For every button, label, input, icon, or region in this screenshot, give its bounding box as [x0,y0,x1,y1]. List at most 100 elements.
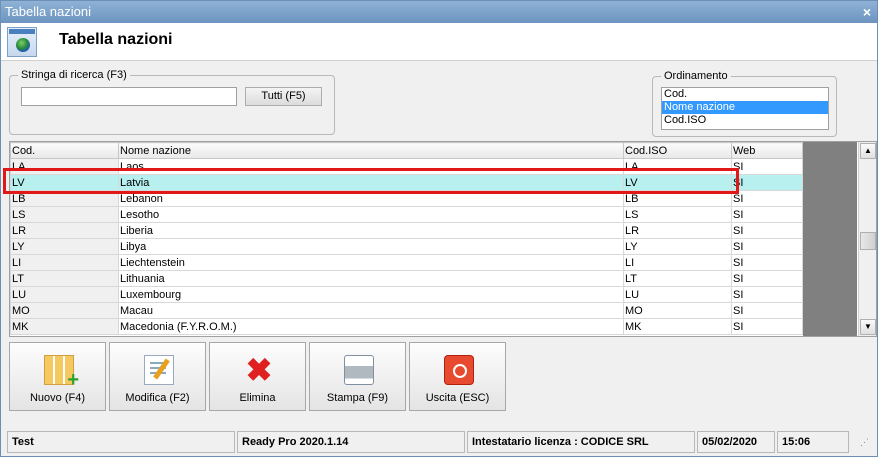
table-row[interactable]: LS Lesotho LS SI [10,206,803,223]
cell-name[interactable]: Lithuania [118,270,624,287]
edit-button[interactable]: Modifica (F2) [109,342,206,411]
cell-cod[interactable]: MK [10,318,119,335]
column-header-name[interactable]: Nome nazione [118,142,624,159]
cell-name[interactable]: Luxembourg [118,286,624,303]
cell-cod[interactable]: LR [10,222,119,239]
order-listbox[interactable]: Cod. Nome nazione Cod.ISO [661,87,829,130]
cell-cod[interactable]: LA [10,158,119,175]
cell-iso[interactable]: LB [623,190,732,207]
countries-table: Cod. Nome nazione Cod.ISO Web LA Laos LA SI… [10,142,803,335]
cell-name[interactable]: Latvia [118,174,624,191]
cell-iso[interactable]: LS [623,206,732,223]
order-option-iso[interactable]: Cod.ISO [662,114,828,127]
cell-web[interactable]: SI [731,302,803,319]
exit-button[interactable]: Uscita (ESC) [409,342,506,411]
table-row-selected[interactable]: LV Latvia LV SI [10,174,803,191]
cell-name[interactable]: Liberia [118,222,624,239]
table-row[interactable]: LA Laos LA SI [10,158,803,175]
cell-web[interactable]: SI [731,286,803,303]
status-bar: Test Ready Pro 2020.1.14 Intestatario li… [7,431,873,453]
table-row[interactable]: LT Lithuania LT SI [10,270,803,287]
cell-iso[interactable]: LV [623,174,732,191]
close-icon[interactable]: × [863,1,871,23]
cell-cod[interactable]: LS [10,206,119,223]
table-row[interactable]: LB Lebanon LB SI [10,190,803,207]
edit-button-label: Modifica (F2) [125,392,190,404]
cell-web[interactable]: SI [731,206,803,223]
table-row[interactable]: LI Liechtenstein LI SI [10,254,803,271]
scroll-up-icon[interactable]: ▲ [860,143,876,159]
column-header-iso[interactable]: Cod.ISO [623,142,732,159]
cell-cod[interactable]: MO [10,302,119,319]
cell-web[interactable]: SI [731,222,803,239]
edit-icon [144,355,174,385]
cell-cod[interactable]: LI [10,254,119,271]
cell-name[interactable]: Laos [118,158,624,175]
status-user: Test [7,431,235,453]
globe-icon [7,27,37,57]
cell-web[interactable]: SI [731,318,803,335]
resize-grip-icon[interactable]: ⋰ [860,437,869,448]
table-row[interactable]: MK Macedonia (F.Y.R.O.M.) MK SI [10,318,803,335]
cell-cod[interactable]: LV [10,174,119,191]
scroll-down-icon[interactable]: ▼ [860,319,876,335]
table-header-row: Cod. Nome nazione Cod.ISO Web [10,142,803,159]
cell-cod[interactable]: LY [10,238,119,255]
cell-web[interactable]: SI [731,190,803,207]
cell-cod[interactable]: LB [10,190,119,207]
cell-web[interactable]: SI [731,158,803,175]
new-button[interactable]: Nuovo (F4) [9,342,106,411]
window-title: Tabella nazioni [5,4,92,19]
vertical-scrollbar[interactable]: ▲ ▼ [858,142,876,336]
printer-icon [344,355,374,385]
header: Tabella nazioni [1,23,877,61]
search-input[interactable] [21,87,237,106]
countries-grid[interactable]: Cod. Nome nazione Cod.ISO Web LA Laos LA SI… [9,141,877,337]
delete-button-label: Elimina [239,392,276,404]
cell-iso[interactable]: LT [623,270,732,287]
delete-button[interactable]: ✖ Elimina [209,342,306,411]
column-header-web[interactable]: Web [731,142,803,159]
tutti-button[interactable]: Tutti (F5) [245,87,322,106]
cell-web[interactable]: SI [731,238,803,255]
cell-iso[interactable]: LI [623,254,732,271]
cell-iso[interactable]: LU [623,286,732,303]
cell-iso[interactable]: LR [623,222,732,239]
table-row[interactable]: LU Luxembourg LU SI [10,286,803,303]
cell-iso[interactable]: MK [623,318,732,335]
title-bar: Tabella nazioni × [1,1,877,23]
cell-name[interactable]: Lesotho [118,206,624,223]
cell-name[interactable]: Macedonia (F.Y.R.O.M.) [118,318,624,335]
table-row[interactable]: LY Libya LY SI [10,238,803,255]
exit-button-label: Uscita (ESC) [425,392,490,404]
column-header-cod[interactable]: Cod. [10,142,119,159]
cell-name[interactable]: Liechtenstein [118,254,624,271]
order-option-cod[interactable]: Cod. [662,88,828,101]
delete-icon: ✖ [245,352,273,388]
cell-name[interactable]: Lebanon [118,190,624,207]
cell-web[interactable]: SI [731,174,803,191]
grid-empty-area [803,142,857,336]
cell-web[interactable]: SI [731,254,803,271]
search-group: Stringa di ricerca (F3) Tutti (F5) [9,69,335,135]
cell-name[interactable]: Libya [118,238,624,255]
status-app-version: Ready Pro 2020.1.14 [237,431,465,453]
scroll-thumb[interactable] [860,232,876,250]
print-button[interactable]: Stampa (F9) [309,342,406,411]
cell-name[interactable]: Macau [118,302,624,319]
table-row[interactable]: MO Macau MO SI [10,302,803,319]
cell-cod[interactable]: LT [10,270,119,287]
table-row[interactable]: LR Liberia LR SI [10,222,803,239]
cell-cod[interactable]: LU [10,286,119,303]
status-license: Intestatario licenza : CODICE SRL [467,431,695,453]
order-group: Ordinamento Cod. Nome nazione Cod.ISO [652,70,837,137]
cell-web[interactable]: SI [731,270,803,287]
cell-iso[interactable]: LA [623,158,732,175]
page-title: Tabella nazioni [59,31,173,48]
cell-iso[interactable]: LY [623,238,732,255]
exit-icon [444,355,474,385]
cell-iso[interactable]: MO [623,302,732,319]
main-window: Tabella nazioni × Tabella nazioni String… [0,0,878,457]
order-option-nome[interactable]: Nome nazione [662,101,828,114]
status-time: 15:06 [777,431,849,453]
